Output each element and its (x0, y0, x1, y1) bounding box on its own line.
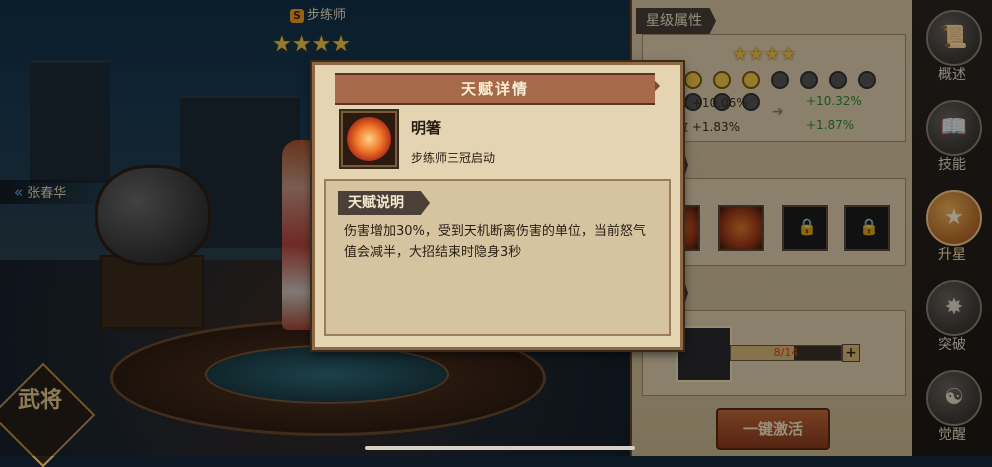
description-label: 天赋说明 (338, 191, 430, 215)
dialog-header: 天赋详情 (335, 73, 655, 105)
talent-icon (339, 109, 399, 169)
dialog-title: 天赋详情 (460, 80, 529, 98)
talent-description-box: 天赋说明 伤害增加30%，受到天机断离伤害的单位，当前怒气值会减半，大招结束时隐… (324, 179, 671, 336)
flame-swirl-icon (347, 117, 391, 161)
talent-detail-dialog: 天赋详情 明箸 步练师三冠启动 天赋说明 伤害增加30%，受到天机断离伤害的单位… (312, 62, 683, 350)
talent-condition: 步练师三冠启动 (411, 151, 496, 165)
talent-name: 明箸 (411, 119, 442, 137)
home-indicator[interactable] (365, 446, 635, 450)
description-text: 伤害增加30%，受到天机断离伤害的单位，当前怒气值会减半，大招结束时隐身3秒 (344, 224, 646, 260)
